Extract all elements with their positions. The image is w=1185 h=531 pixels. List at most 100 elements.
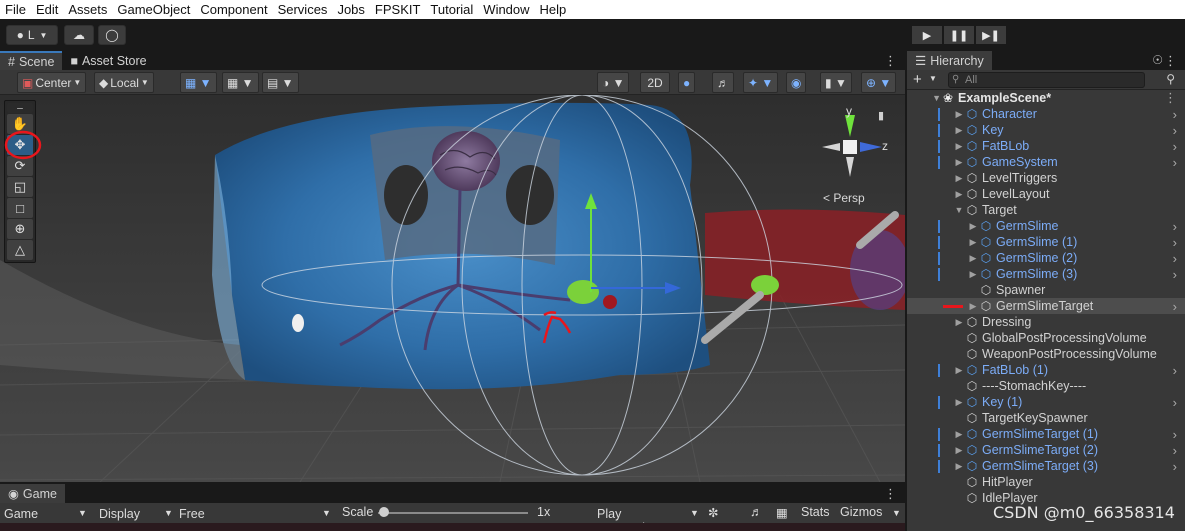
open-prefab-chevron-icon[interactable]: › bbox=[1173, 267, 1177, 282]
hierarchy-item[interactable]: ▶ ⬡ GameSystem › bbox=[907, 154, 1185, 170]
account-button[interactable]: ● L ▼ bbox=[6, 25, 58, 45]
game-view[interactable] bbox=[0, 523, 905, 531]
open-prefab-chevron-icon[interactable]: › bbox=[1173, 123, 1177, 138]
hierarchy-item[interactable]: ⬡ Spawner bbox=[907, 282, 1185, 298]
chevron-down-icon[interactable]: ▼ bbox=[322, 508, 331, 518]
hierarchy-item[interactable]: ▶ ⬡ GermSlimeTarget (1) › bbox=[907, 426, 1185, 442]
menu-item-gameobject[interactable]: GameObject bbox=[117, 2, 190, 17]
menu-item-services[interactable]: Services bbox=[278, 2, 328, 17]
play-button[interactable]: ▶ bbox=[912, 26, 942, 44]
hierarchy-item[interactable]: ▶ ⬡ GermSlime › bbox=[907, 218, 1185, 234]
open-prefab-chevron-icon[interactable]: › bbox=[1173, 459, 1177, 474]
stats-button[interactable]: Stats bbox=[801, 505, 830, 519]
menu-item-help[interactable]: Help bbox=[540, 2, 567, 17]
menu-item-fpskit[interactable]: FPSKIT bbox=[375, 2, 421, 17]
expand-arrow-icon[interactable]: ▶ bbox=[953, 125, 965, 136]
chevron-down-icon[interactable]: ▼ bbox=[690, 508, 699, 518]
collab-button[interactable]: ◯ bbox=[98, 25, 126, 45]
hierarchy-item[interactable]: ▶ ⬡ Key (1) › bbox=[907, 394, 1185, 410]
hierarchy-item[interactable]: ▼ ⬡ Target bbox=[907, 202, 1185, 218]
space-dropdown[interactable]: ◆ Local ▼ bbox=[94, 72, 154, 93]
tab-game[interactable]: ◉ Game bbox=[0, 484, 65, 503]
persp-label[interactable]: < Persp bbox=[823, 191, 865, 205]
expand-arrow-icon[interactable]: ▶ bbox=[953, 157, 965, 168]
grid-snap-button[interactable]: ▦ ▼ bbox=[180, 72, 217, 93]
panel-menu-icon[interactable]: ⋮ bbox=[884, 486, 897, 502]
chevron-down-icon[interactable]: ▼ bbox=[78, 508, 87, 518]
menu-item-tutorial[interactable]: Tutorial bbox=[430, 2, 473, 17]
hierarchy-item[interactable]: ▶ ⬡ LevelTriggers bbox=[907, 170, 1185, 186]
lock-icon[interactable]: ☉ bbox=[1152, 53, 1163, 67]
lock-icon[interactable]: ▮ bbox=[878, 109, 884, 122]
add-icon[interactable]: + bbox=[913, 71, 922, 88]
custom-tool[interactable]: △ bbox=[7, 240, 33, 260]
cloud-button[interactable]: ☁ bbox=[64, 25, 94, 45]
hierarchy-item[interactable]: ▶ ⬡ Key › bbox=[907, 122, 1185, 138]
expand-arrow-icon[interactable]: ▶ bbox=[953, 189, 965, 200]
draw-mode-dropdown[interactable]: ◑ ▼ bbox=[597, 72, 630, 93]
rect-tool[interactable]: □ bbox=[7, 198, 33, 218]
grid-button[interactable]: ▦ ▼ bbox=[222, 72, 259, 93]
scale-slider-thumb[interactable] bbox=[379, 507, 389, 517]
expand-arrow-icon[interactable]: ▶ bbox=[967, 269, 979, 280]
hierarchy-item[interactable]: ⬡ TargetKeySpawner bbox=[907, 410, 1185, 426]
scene-viewport[interactable]: y z ▮ bbox=[0, 95, 905, 482]
open-prefab-chevron-icon[interactable]: › bbox=[1173, 427, 1177, 442]
menu-item-edit[interactable]: Edit bbox=[36, 2, 58, 17]
menu-item-jobs[interactable]: Jobs bbox=[337, 2, 364, 17]
hierarchy-item[interactable]: ▶ ⬡ LevelLayout bbox=[907, 186, 1185, 202]
scene-visibility-toggle[interactable]: ◉ bbox=[786, 72, 807, 93]
hierarchy-item[interactable]: ▶ ⬡ GermSlime (2) › bbox=[907, 250, 1185, 266]
open-prefab-chevron-icon[interactable]: › bbox=[1173, 443, 1177, 458]
scale-tool[interactable]: ◱ bbox=[7, 177, 33, 197]
chevron-down-icon[interactable]: ▼ bbox=[929, 74, 937, 83]
tab-asset-store[interactable]: ■ Asset Store bbox=[62, 51, 154, 70]
mute-audio-icon[interactable]: ♬ bbox=[750, 505, 763, 519]
expand-arrow-icon[interactable]: ▶ bbox=[967, 253, 979, 264]
camera-dropdown[interactable]: ▮ ▼ bbox=[820, 72, 852, 93]
open-prefab-chevron-icon[interactable]: › bbox=[1173, 299, 1177, 314]
chevron-down-icon[interactable]: ▼ bbox=[892, 508, 901, 518]
hierarchy-item[interactable]: ▶ ⬡ FatBLob › bbox=[907, 138, 1185, 154]
hierarchy-item[interactable]: ⬡ ----StomachKey---- bbox=[907, 378, 1185, 394]
menu-item-assets[interactable]: Assets bbox=[68, 2, 107, 17]
open-prefab-chevron-icon[interactable]: › bbox=[1173, 363, 1177, 378]
search-options-icon[interactable]: ⚲ bbox=[1166, 72, 1175, 86]
toggle-2d-button[interactable]: 2D bbox=[640, 72, 670, 93]
open-prefab-chevron-icon[interactable]: › bbox=[1173, 235, 1177, 250]
effects-dropdown[interactable]: ✦ ▼ bbox=[743, 72, 779, 93]
transform-tool[interactable]: ⊕ bbox=[7, 219, 33, 239]
expand-arrow-icon[interactable]: ▶ bbox=[953, 365, 965, 376]
open-prefab-chevron-icon[interactable]: › bbox=[1173, 219, 1177, 234]
gizmos-dropdown[interactable]: ⊕ ▼ bbox=[861, 72, 897, 93]
hierarchy-item[interactable]: ▶ ⬡ GermSlimeTarget › bbox=[907, 298, 1185, 314]
tab-hierarchy[interactable]: ☰ Hierarchy bbox=[907, 51, 992, 70]
open-prefab-chevron-icon[interactable]: › bbox=[1173, 395, 1177, 410]
expand-arrow-icon[interactable]: ▶ bbox=[953, 445, 965, 456]
expand-arrow-icon[interactable]: ▼ bbox=[953, 205, 965, 215]
chevron-down-icon[interactable]: ▼ bbox=[164, 508, 173, 518]
expand-arrow-icon[interactable]: ▶ bbox=[953, 397, 965, 408]
expand-arrow-icon[interactable]: ▶ bbox=[953, 173, 965, 184]
bug-icon[interactable]: ✼ bbox=[708, 505, 718, 520]
hierarchy-item[interactable]: ⬡ HitPlayer bbox=[907, 474, 1185, 490]
open-prefab-chevron-icon[interactable]: › bbox=[1173, 107, 1177, 122]
step-button[interactable]: ▶❚ bbox=[976, 26, 1006, 44]
menu-item-component[interactable]: Component bbox=[200, 2, 267, 17]
lighting-toggle[interactable]: ● bbox=[678, 72, 696, 93]
hierarchy-item[interactable]: ▶ ⬡ Dressing bbox=[907, 314, 1185, 330]
tool-strip-handle[interactable]: ─ bbox=[7, 103, 33, 113]
expand-arrow-icon[interactable]: ▶ bbox=[953, 141, 965, 152]
open-prefab-chevron-icon[interactable]: › bbox=[1173, 251, 1177, 266]
increment-snap-button[interactable]: ▤ ▼ bbox=[262, 72, 299, 93]
hierarchy-item[interactable]: ▶ ⬡ FatBLob (1) › bbox=[907, 362, 1185, 378]
menu-item-window[interactable]: Window bbox=[483, 2, 529, 17]
expand-arrow-icon[interactable]: ▶ bbox=[953, 109, 965, 120]
pivot-dropdown[interactable]: ▣ Center ▼ bbox=[17, 72, 87, 93]
hierarchy-item[interactable]: ▶ ⬡ Character › bbox=[907, 106, 1185, 122]
menu-item-file[interactable]: File bbox=[5, 2, 26, 17]
audio-toggle[interactable]: ♬ bbox=[712, 72, 734, 93]
hierarchy-item[interactable]: ⬡ WeaponPostProcessingVolume bbox=[907, 346, 1185, 362]
hierarchy-search-input[interactable]: ⚲ All bbox=[948, 72, 1145, 88]
expand-arrow-icon[interactable]: ▶ bbox=[967, 301, 979, 312]
